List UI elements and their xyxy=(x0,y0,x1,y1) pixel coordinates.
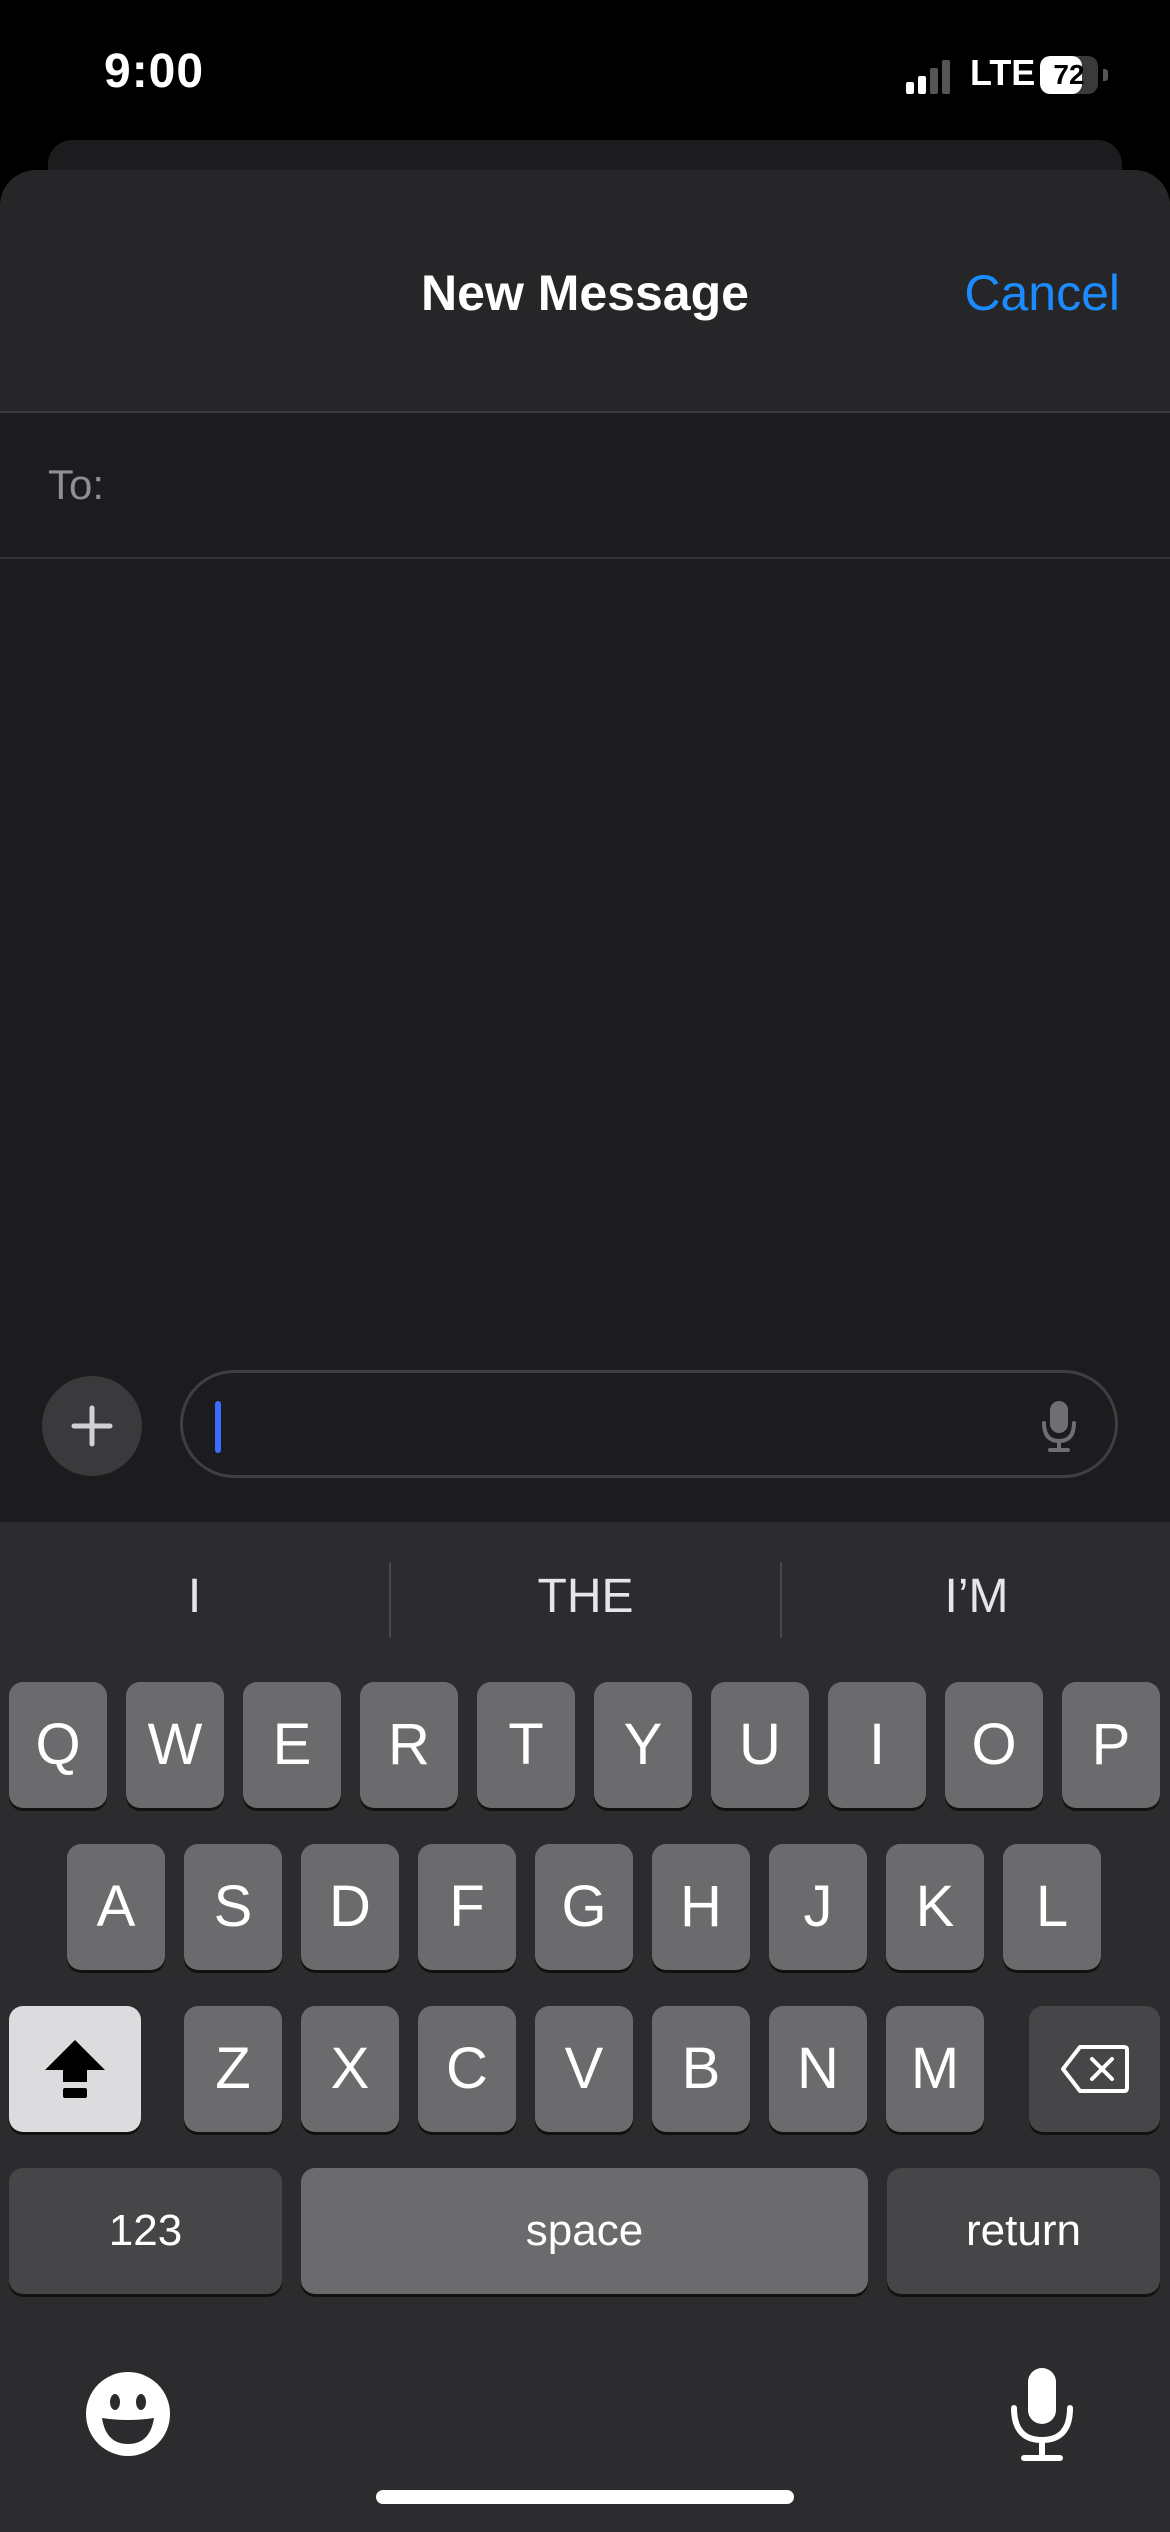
recipient-field[interactable]: To: xyxy=(0,413,1170,559)
suggestion-1[interactable]: I xyxy=(0,1522,389,1672)
shift-icon xyxy=(45,2040,105,2098)
key-u[interactable]: U xyxy=(711,1682,809,1808)
add-attachment-button[interactable] xyxy=(42,1376,142,1476)
cancel-button[interactable]: Cancel xyxy=(964,264,1120,322)
suggestion-3[interactable]: I’M xyxy=(782,1522,1170,1672)
suggestion-2[interactable]: THE xyxy=(391,1522,780,1672)
key-m[interactable]: M xyxy=(886,2006,984,2132)
key-a[interactable]: A xyxy=(67,1844,165,1970)
emoji-button[interactable] xyxy=(84,2370,172,2458)
return-key[interactable]: return xyxy=(887,2168,1160,2294)
key-n[interactable]: N xyxy=(769,2006,867,2132)
plus-icon xyxy=(71,1405,113,1447)
emoji-icon xyxy=(86,2372,170,2456)
space-key[interactable]: space xyxy=(301,2168,868,2294)
new-message-sheet: New Message Cancel To: xyxy=(0,170,1170,1522)
key-r[interactable]: R xyxy=(360,1682,458,1808)
shift-key[interactable] xyxy=(9,2006,141,2132)
dictation-button[interactable] xyxy=(1004,2364,1080,2464)
key-w[interactable]: W xyxy=(126,1682,224,1808)
key-c[interactable]: C xyxy=(418,2006,516,2132)
status-time: 9:00 xyxy=(104,45,205,98)
key-f[interactable]: F xyxy=(418,1844,516,1970)
key-j[interactable]: J xyxy=(769,1844,867,1970)
delete-icon xyxy=(1060,2045,1129,2093)
key-v[interactable]: V xyxy=(535,2006,633,2132)
key-p[interactable]: P xyxy=(1062,1682,1160,1808)
message-input[interactable] xyxy=(180,1370,1118,1478)
key-q[interactable]: Q xyxy=(9,1682,107,1808)
predictive-bar: I THE I’M xyxy=(0,1522,1170,1672)
key-g[interactable]: G xyxy=(535,1844,633,1970)
key-x[interactable]: X xyxy=(301,2006,399,2132)
key-z[interactable]: Z xyxy=(184,2006,282,2132)
key-d[interactable]: D xyxy=(301,1844,399,1970)
key-k[interactable]: K xyxy=(886,1844,984,1970)
status-bar: 9:00 LTE 72 xyxy=(0,0,1170,150)
delete-key[interactable] xyxy=(1029,2006,1160,2132)
microphone-icon xyxy=(1011,2368,1073,2461)
numbers-key[interactable]: 123 xyxy=(9,2168,282,2294)
text-cursor xyxy=(215,1401,221,1453)
key-t[interactable]: T xyxy=(477,1682,575,1808)
microphone-icon[interactable] xyxy=(1041,1399,1077,1453)
key-e[interactable]: E xyxy=(243,1682,341,1808)
sheet-header: New Message Cancel xyxy=(0,170,1170,413)
key-h[interactable]: H xyxy=(652,1844,750,1970)
battery-level: 72 xyxy=(1053,59,1085,90)
home-indicator[interactable] xyxy=(376,2490,794,2504)
signal-strength-icon xyxy=(906,58,950,94)
keyboard: I THE I’M Q W E R T Y U I O P A S D F G … xyxy=(0,1522,1170,2532)
key-l[interactable]: L xyxy=(1003,1844,1101,1970)
key-o[interactable]: O xyxy=(945,1682,1043,1808)
battery-icon: 72 xyxy=(1040,56,1108,94)
key-y[interactable]: Y xyxy=(594,1682,692,1808)
key-b[interactable]: B xyxy=(652,2006,750,2132)
to-label: To: xyxy=(48,461,105,508)
key-s[interactable]: S xyxy=(184,1844,282,1970)
key-i[interactable]: I xyxy=(828,1682,926,1808)
network-type: LTE xyxy=(970,52,1036,93)
